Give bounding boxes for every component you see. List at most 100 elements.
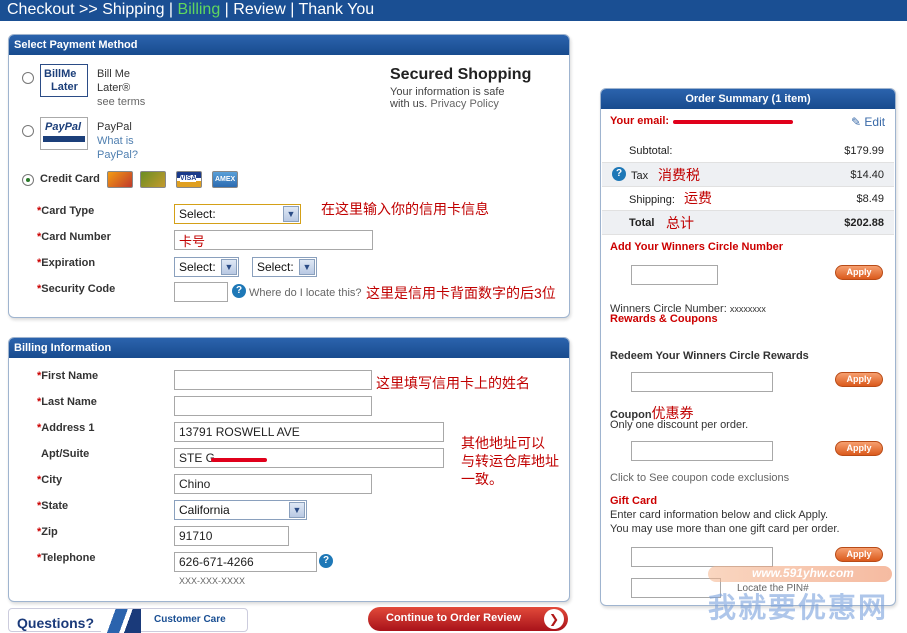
watermark-url-bar: www.591yhw.com xyxy=(708,566,892,582)
zip-input[interactable]: 91710 xyxy=(174,526,289,546)
chevron-down-icon: ▼ xyxy=(299,259,315,275)
paypal-name: PayPal What is PayPal? xyxy=(97,120,138,162)
security-code-note: 这里是信用卡背面数字的后3位 xyxy=(366,285,556,301)
card-info-note: 在这里输入你的信用卡信息 xyxy=(321,201,489,217)
address-note: 其他地址可以 与转运仓库地址 一致。 xyxy=(461,435,559,487)
address1-input[interactable]: 13791 ROSWELL AVE xyxy=(174,422,444,442)
billme-terms-link[interactable]: see terms xyxy=(97,95,145,109)
payment-method-panel: Select Payment Method BillMe Later Bill … xyxy=(8,34,570,318)
redaction-mark xyxy=(673,120,793,124)
questions-label: Questions? xyxy=(17,615,95,631)
watermark-url: www.591yhw.com xyxy=(752,566,854,580)
payment-panel-title: Select Payment Method xyxy=(9,35,569,55)
pencil-icon: ✎ xyxy=(851,115,862,129)
where-locate-link[interactable]: Where do I locate this? xyxy=(249,287,362,299)
breadcrumb-review[interactable]: Review xyxy=(233,1,285,18)
discover-card-icon xyxy=(140,171,166,188)
customer-care-stripe xyxy=(101,609,141,633)
billme-name: Bill Me Later® see terms xyxy=(97,67,145,109)
card-number-label: *Card Number xyxy=(37,231,111,243)
last-name-label: *Last Name xyxy=(37,396,97,408)
billing-panel-title: Billing Information xyxy=(9,338,569,358)
billme-later-logo: BillMe Later xyxy=(40,64,88,97)
redeem-title: Redeem Your Winners Circle Rewards xyxy=(610,350,809,362)
amex-card-icon: AMEX xyxy=(212,171,238,188)
watermark-logo: 我就要优惠网 xyxy=(708,592,889,623)
first-name-input[interactable] xyxy=(174,370,372,390)
secured-shopping-title: Secured Shopping xyxy=(390,66,532,83)
coupon-subtext: Only one discount per order. xyxy=(610,419,749,431)
privacy-policy-link[interactable]: Privacy Policy xyxy=(430,98,498,110)
last-name-input[interactable] xyxy=(174,396,372,416)
chevron-down-icon: ▼ xyxy=(289,502,305,518)
breadcrumb-separator: | xyxy=(290,1,295,18)
billme-name-line2: Later® xyxy=(97,82,131,94)
billing-info-panel: Billing Information *First Name 这里填写信用卡上… xyxy=(8,337,570,602)
secured-line1: Your information is safe xyxy=(390,86,505,98)
mastercard-icon xyxy=(107,171,133,188)
security-code-input[interactable] xyxy=(174,282,228,302)
redaction-mark xyxy=(211,458,267,462)
state-select[interactable]: California ▼ xyxy=(174,500,307,520)
gift-card-number-input[interactable] xyxy=(631,547,773,567)
paypal-radio[interactable] xyxy=(22,125,34,137)
checkout-progress-bar: Checkout >> Shipping | Billing | Review … xyxy=(0,0,907,21)
visa-card-icon: VISA xyxy=(176,171,202,188)
winners-apply-button[interactable]: Apply xyxy=(835,265,883,280)
help-icon[interactable]: ? xyxy=(232,284,246,298)
secured-line2: with us. Privacy Policy xyxy=(390,98,499,110)
card-number-input[interactable]: 卡号 xyxy=(174,230,373,250)
billme-later-radio[interactable] xyxy=(22,72,34,84)
redeem-apply-button[interactable]: Apply xyxy=(835,372,883,387)
breadcrumb: Checkout >> Shipping | Billing | Review … xyxy=(7,1,374,19)
help-icon[interactable]: ? xyxy=(319,554,333,568)
telephone-input[interactable]: 626-671-4266 xyxy=(174,552,317,572)
breadcrumb-separator: | xyxy=(168,1,174,18)
gift-card-line1: Enter card information below and click A… xyxy=(610,509,829,521)
state-label: *State xyxy=(37,500,69,512)
breadcrumb-shipping[interactable]: Shipping xyxy=(102,1,164,18)
credit-card-radio[interactable] xyxy=(22,174,34,186)
help-icon[interactable]: ? xyxy=(612,167,626,181)
city-input[interactable]: Chino xyxy=(174,474,372,494)
credit-card-label: Credit Card xyxy=(40,173,100,185)
coupon-apply-button[interactable]: Apply xyxy=(835,441,883,456)
winners-circle-input[interactable] xyxy=(631,265,718,285)
card-type-select[interactable]: Select: ▼ xyxy=(174,204,301,224)
continue-to-order-review-button[interactable]: Continue to Order Review ❯ xyxy=(368,607,568,631)
first-name-label: *First Name xyxy=(37,370,99,382)
billme-logo-text: BillMe xyxy=(44,68,77,80)
redeem-input[interactable] xyxy=(631,372,773,392)
expiration-month-select[interactable]: Select: ▼ xyxy=(174,257,239,277)
breadcrumb-billing: Billing xyxy=(177,1,221,18)
address1-label: *Address 1 xyxy=(37,422,95,434)
billme-logo-text-2: Later xyxy=(51,81,78,93)
gift-card-line2: You may use more than one gift card per … xyxy=(610,523,840,535)
what-is-paypal-link[interactable]: What is PayPal? xyxy=(97,134,138,162)
expiration-year-select[interactable]: Select: ▼ xyxy=(252,257,317,277)
order-summary-panel: Order Summary (1 item) Your email: ✎ Edi… xyxy=(600,88,896,606)
telephone-label: *Telephone xyxy=(37,552,96,564)
coupon-input[interactable] xyxy=(631,441,773,461)
paypal-logo: PayPal xyxy=(40,117,88,150)
breadcrumb-thank-you: Thank You xyxy=(298,1,375,18)
questions-box: Questions? Customer Care xyxy=(8,608,248,633)
apt-suite-label: Apt/Suite xyxy=(41,448,90,460)
customer-care-link[interactable]: Customer Care xyxy=(154,614,226,625)
coupon-exclusions-link[interactable]: Click to See coupon code exclusions xyxy=(610,472,789,484)
edit-email-link[interactable]: ✎ Edit xyxy=(851,115,885,129)
name-note: 这里填写信用卡上的姓名 xyxy=(376,375,530,391)
email-label: Your email: xyxy=(610,115,670,127)
telephone-format-hint: XXX-XXX-XXXX xyxy=(179,576,246,586)
city-label: *City xyxy=(37,474,63,486)
chevron-down-icon: ▼ xyxy=(221,259,237,275)
billme-name-line1: Bill Me xyxy=(97,68,131,80)
continue-label: Continue to Order Review xyxy=(386,612,522,624)
rewards-coupons-link[interactable]: Rewards & Coupons xyxy=(610,313,718,325)
summary-row-tax: ? Tax 消费税 $14.40 xyxy=(602,163,894,187)
gift-card-apply-button[interactable]: Apply xyxy=(835,547,883,562)
breadcrumb-separator: | xyxy=(224,1,229,18)
breadcrumb-checkout[interactable]: Checkout >> xyxy=(7,1,98,18)
summary-row-shipping: Shipping: 运费 $8.49 xyxy=(602,187,894,211)
winners-circle-title: Add Your Winners Circle Number xyxy=(610,241,784,253)
